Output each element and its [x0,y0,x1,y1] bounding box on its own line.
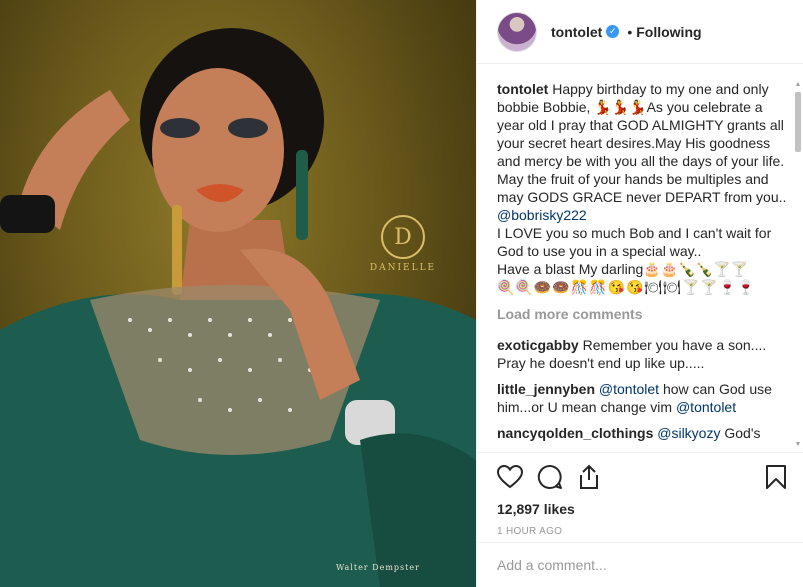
comment-author[interactable]: little_jennyben [497,381,595,397]
scroll-down-arrow-icon[interactable]: ▼ [793,440,803,450]
following-button[interactable]: Following [636,24,701,40]
load-more-comments-button[interactable]: Load more comments [497,306,787,322]
instagram-post: D DANIELLE Walter Dempster tontolet ✓ • … [0,0,803,587]
scrollbar-thumb[interactable] [795,92,801,152]
post-header: tontolet ✓ • Following [477,0,803,64]
comment-item: nancyqolden_clothings @silkyozy God's [497,424,787,442]
comment-mention[interactable]: @tontolet [599,381,659,397]
action-icons [497,459,787,495]
comment-mention[interactable]: @silkyozy [657,425,720,441]
header-username[interactable]: tontolet [551,24,602,40]
portrait-illustration [0,28,476,587]
comments-scrollbar[interactable]: ▲ ▼ [793,80,803,450]
post-actions: 12,897 likes 1 HOUR AGO [477,452,803,540]
post-timestamp[interactable]: 1 HOUR AGO [497,526,787,537]
comment-author[interactable]: nancyqolden_clothings [497,425,653,441]
caption-emoji-line: 🍭🍭🍩🍩🎊🎊😘😘🍽🍽🍸🍸🍷🍷 [497,279,756,295]
add-comment-input[interactable] [497,557,783,573]
post-photo[interactable]: D DANIELLE Walter Dempster [0,0,476,587]
header-separator: • [627,23,633,40]
comments-list[interactable]: tontolet Happy birthday to my one and on… [497,80,787,452]
watermark-logo-name: DANIELLE [369,263,437,273]
comment-mention[interactable]: @tontolet [676,399,736,415]
comment-text: God's [724,425,761,441]
caption-text-4: Have a blast My darling🎂🎂🍾🍾🍸🍸 [497,261,748,277]
caption-text-2: May the fruit of your hands be multiples… [497,171,787,205]
post-sidebar: tontolet ✓ • Following tontolet Happy bi… [476,0,803,587]
watermark-logo: D DANIELLE [368,215,438,273]
caption-text-3: I LOVE you so much Bob and I can't wait … [497,225,772,259]
avatar[interactable] [497,11,537,52]
scroll-up-arrow-icon[interactable]: ▲ [793,80,803,90]
bookmark-icon[interactable] [759,463,787,491]
verified-check-icon: ✓ [606,25,620,38]
watermark-logo-letter: D [381,215,425,259]
likes-count[interactable]: 12,897 likes [497,501,787,517]
photographer-credit: Walter Dempster [336,563,420,572]
comment-author[interactable]: exoticgabby [497,337,579,353]
caption: tontolet Happy birthday to my one and on… [497,80,787,296]
heart-icon[interactable] [497,463,537,491]
comment-item: exoticgabby Remember you have a son.... … [497,336,787,372]
share-icon[interactable] [577,463,617,491]
caption-mention[interactable]: @bobrisky222 [497,207,587,223]
caption-author[interactable]: tontolet [497,81,548,97]
comment-bubble-icon[interactable] [537,463,577,491]
add-comment-box [477,542,803,587]
comment-item: little_jennyben @tontolet how can God us… [497,380,787,416]
